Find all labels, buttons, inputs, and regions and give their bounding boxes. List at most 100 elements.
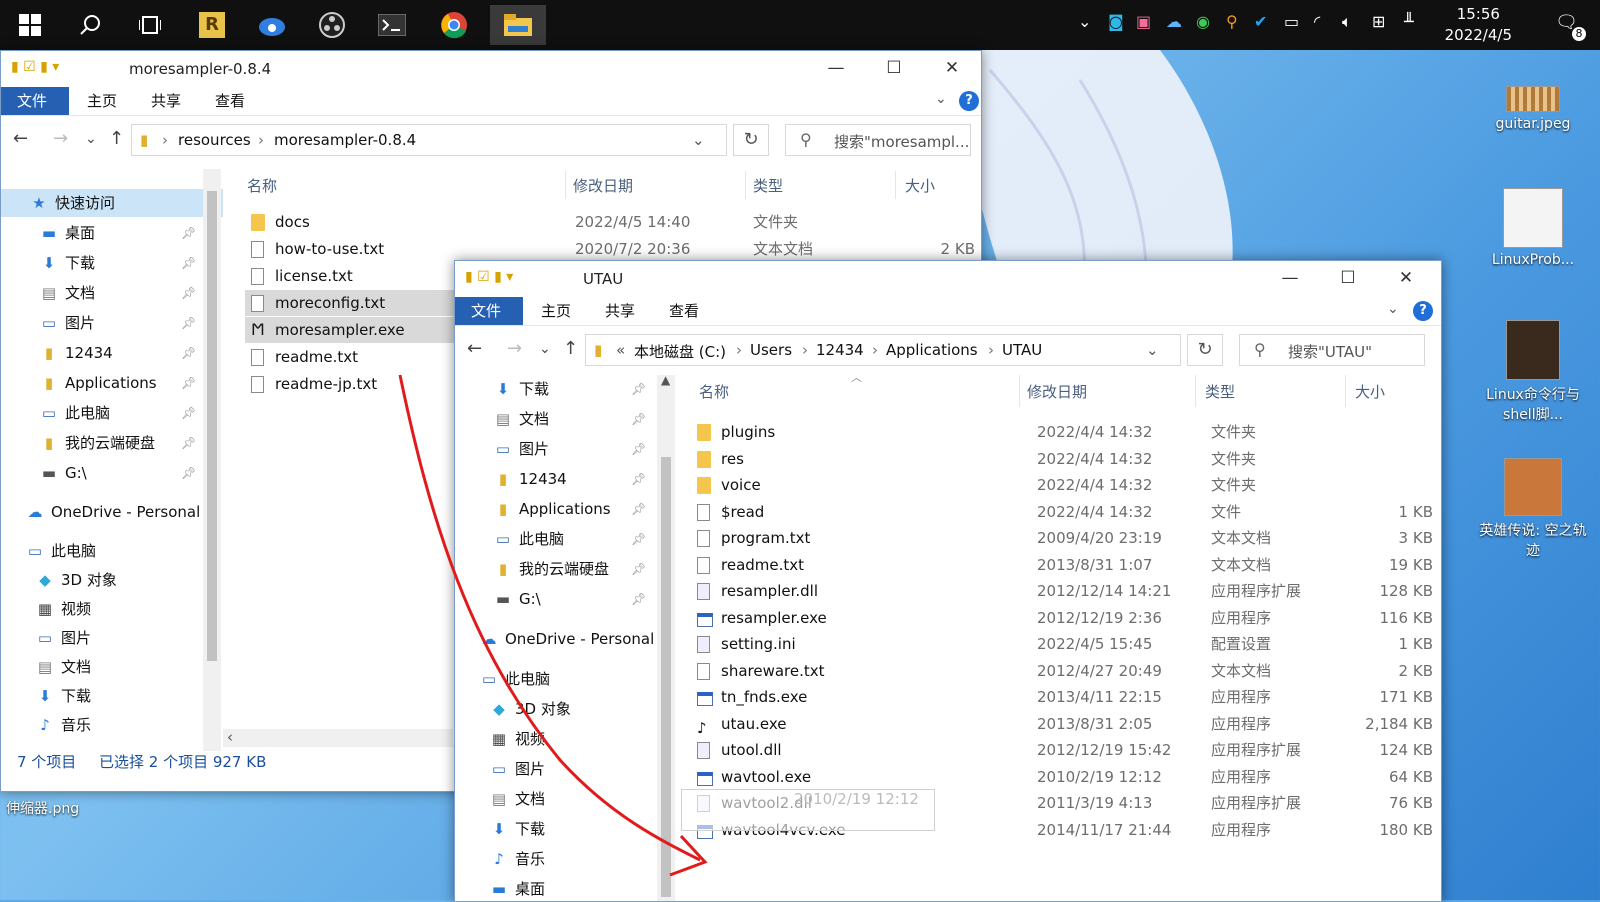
nav-item-quick-access[interactable]: ★ 快速访问 [1, 189, 223, 217]
pin-icon[interactable]: 📌︎ [181, 339, 196, 367]
chrome-icon[interactable] [434, 5, 474, 45]
breadcrumb-item[interactable]: moresampler-0.8.4 [274, 131, 416, 149]
key-icon[interactable]: ⚲ [1226, 12, 1238, 31]
ribbon-expand-chevron-icon[interactable]: ⌄ [935, 91, 947, 107]
column-header-size[interactable]: 大小 [1355, 381, 1385, 402]
file-row[interactable]: tn_fnds.exe 2013/4/11 22:15 应用程序 171 KB [685, 684, 1437, 710]
nav-scrollbar[interactable]: ▲ [657, 373, 675, 901]
file-row[interactable]: $read 2022/4/4 14:32 文件 1 KB [685, 499, 1437, 525]
horizontal-scrollbar[interactable]: ‹ [223, 728, 453, 747]
nav-item-12434[interactable]: ▮ 12434 📌︎ [1, 339, 199, 367]
quick-access-toolbar[interactable]: ▮ ☑ ▮ ▾ [11, 59, 59, 75]
breadcrumb-overflow[interactable]: « [616, 341, 625, 359]
address-dropdown-chevron-icon[interactable]: ⌄ [1146, 341, 1159, 359]
cloud-sync-icon[interactable]: ☁ [1166, 12, 1182, 31]
refresh-button[interactable]: ↻ [1187, 334, 1223, 366]
scroll-left-arrow-icon[interactable]: ‹ [227, 728, 233, 746]
tab-share[interactable]: 共享 [589, 297, 651, 325]
notification-center-icon[interactable]: 🗨︎ 8 [1555, 12, 1586, 41]
pin-icon[interactable]: 📌︎ [181, 309, 196, 337]
pin-icon[interactable]: 📌︎ [181, 279, 196, 307]
nav-scrollbar[interactable] [203, 169, 221, 751]
search-input[interactable]: ⚲ 搜索"UTAU" [1239, 334, 1425, 366]
file-row[interactable]: utool.dll 2012/12/19 15:42 应用程序扩展 124 KB [685, 737, 1437, 763]
nav-item-this-pc[interactable]: ▭ 此电脑 📌︎ [455, 525, 646, 553]
column-divider[interactable] [895, 171, 896, 199]
nav-item-desktop[interactable]: ▬ 桌面 📌︎ [1, 219, 199, 247]
nav-item-this-pc[interactable]: ▭ 此电脑 📌︎ [1, 399, 199, 427]
maximize-button[interactable]: ☐ [865, 51, 923, 87]
desktop-file-linuxprobe[interactable]: LinuxProb... [1478, 188, 1588, 268]
nav-item-this-pc-root[interactable]: ▭ 此电脑 [455, 665, 550, 693]
cloud-app-icon[interactable] [252, 5, 292, 45]
recent-chevron-icon[interactable]: ⌄ [85, 131, 97, 147]
window-titlebar[interactable]: ▮ ☑ ▮ ▾ moresampler-0.8.4 — ☐ ✕ [1, 51, 981, 87]
breadcrumb-item[interactable]: resources [178, 131, 251, 149]
desktop-file-linux-shell[interactable]: Linux命令行与shell脚... [1478, 320, 1588, 424]
nav-item-applications[interactable]: ▮ Applications 📌︎ [1, 369, 199, 397]
nav-item-3d-objects[interactable]: ◆ 3D 对象 [1, 566, 117, 594]
desktop-shortcut-game[interactable]: 英雄传说: 空之轨迹 [1478, 458, 1588, 560]
obs-icon[interactable] [312, 5, 352, 45]
close-button[interactable]: ✕ [1377, 261, 1435, 297]
file-row[interactable]: plugins 2022/4/4 14:32 文件夹 [685, 419, 1437, 445]
address-dropdown-chevron-icon[interactable]: ⌄ [692, 131, 705, 149]
nav-item-onedrive[interactable]: ☁ OneDrive - Personal [1, 498, 201, 526]
file-row[interactable]: res 2022/4/4 14:32 文件夹 [685, 446, 1437, 472]
column-divider[interactable] [1019, 375, 1020, 407]
up-arrow-icon[interactable]: ↑ [109, 128, 124, 149]
pin-icon[interactable]: 📌︎ [181, 249, 196, 277]
refresh-button[interactable]: ↻ [733, 124, 769, 156]
battery-icon[interactable]: ▭ [1284, 12, 1299, 31]
file-row[interactable]: wavtool.exe 2010/2/19 12:12 应用程序 64 KB [685, 764, 1437, 790]
tab-view[interactable]: 查看 [199, 87, 261, 115]
nav-item-cloud-drive[interactable]: ▮ 我的云端硬盘 📌︎ [455, 555, 646, 583]
pin-icon[interactable]: 📌︎ [631, 465, 646, 493]
column-divider[interactable] [745, 171, 746, 199]
address-bar[interactable]: ▮ › resources › moresampler-0.8.4 ⌄ [131, 124, 727, 156]
up-arrow-icon[interactable]: ↑ [563, 338, 578, 359]
pin-icon[interactable]: 📌︎ [631, 375, 646, 403]
back-arrow-icon[interactable]: ← [13, 128, 28, 149]
column-header-size[interactable]: 大小 [905, 175, 935, 196]
tab-file[interactable]: 文件 [455, 297, 523, 325]
desktop-file-guitar[interactable]: guitar.jpeg [1478, 86, 1588, 132]
tab-home[interactable]: 主页 [525, 297, 587, 325]
tray-app-icon[interactable]: ◙ [1108, 12, 1124, 31]
nav-item-downloads[interactable]: ⬇ 下载 📌︎ [1, 249, 199, 277]
desktop-file-scaler[interactable]: 伸缩器.png [0, 798, 116, 818]
breadcrumb-item[interactable]: UTAU [1002, 341, 1042, 359]
recent-chevron-icon[interactable]: ⌄ [539, 341, 551, 357]
breadcrumb-item[interactable]: 12434 [816, 341, 864, 359]
pin-icon[interactable]: 📌︎ [631, 585, 646, 613]
column-divider[interactable] [1195, 375, 1196, 407]
minimize-button[interactable]: — [807, 51, 865, 87]
bilibili-icon[interactable]: ▣ [1136, 12, 1151, 31]
record-icon[interactable]: ◉ [1196, 12, 1210, 31]
forward-arrow-icon[interactable]: → [53, 128, 68, 149]
file-row[interactable]: resampler.exe 2012/12/19 2:36 应用程序 116 KB [685, 605, 1437, 631]
column-header-type[interactable]: 类型 [1205, 381, 1235, 402]
column-divider[interactable] [1345, 375, 1346, 407]
nav-item-12434[interactable]: ▮ 12434 📌︎ [455, 465, 646, 493]
breadcrumb-item[interactable]: Users [750, 341, 792, 359]
tab-share[interactable]: 共享 [135, 87, 197, 115]
nav-item-documents-pc[interactable]: ▤ 文档 [1, 653, 91, 681]
terminal-icon[interactable] [372, 5, 412, 45]
breadcrumb-item[interactable]: 本地磁盘 (C:) [634, 341, 726, 362]
nav-item-pictures-pc[interactable]: ▭ 图片 [1, 624, 91, 652]
nav-item-3d-objects[interactable]: ◆ 3D 对象 [455, 695, 571, 723]
nav-item-g-drive[interactable]: ▬ G:\ 📌︎ [1, 459, 199, 487]
back-arrow-icon[interactable]: ← [467, 338, 482, 359]
tab-view[interactable]: 查看 [653, 297, 715, 325]
file-row[interactable]: ♪ utau.exe 2013/8/31 2:05 应用程序 2,184 KB [685, 711, 1437, 737]
wifi-icon[interactable]: ◜ [1314, 12, 1320, 31]
file-row[interactable]: resampler.dll 2012/12/14 14:21 应用程序扩展 128 K… [685, 578, 1437, 604]
file-row-how-to-use[interactable]: how-to-use.txt 2020/7/2 20:36 文本文档 2 KB [245, 236, 975, 262]
column-header-name[interactable]: 名称 [247, 175, 277, 196]
tab-home[interactable]: 主页 [71, 87, 133, 115]
pin-icon[interactable]: 📌︎ [181, 459, 196, 487]
file-row[interactable]: voice 2022/4/4 14:32 文件夹 [685, 472, 1437, 498]
window-titlebar[interactable]: ▮ ☑ ▮ ▾ UTAU — ☐ ✕ [455, 261, 1441, 297]
file-row[interactable]: program.txt 2009/4/20 23:19 文本文档 3 KB [685, 525, 1437, 551]
